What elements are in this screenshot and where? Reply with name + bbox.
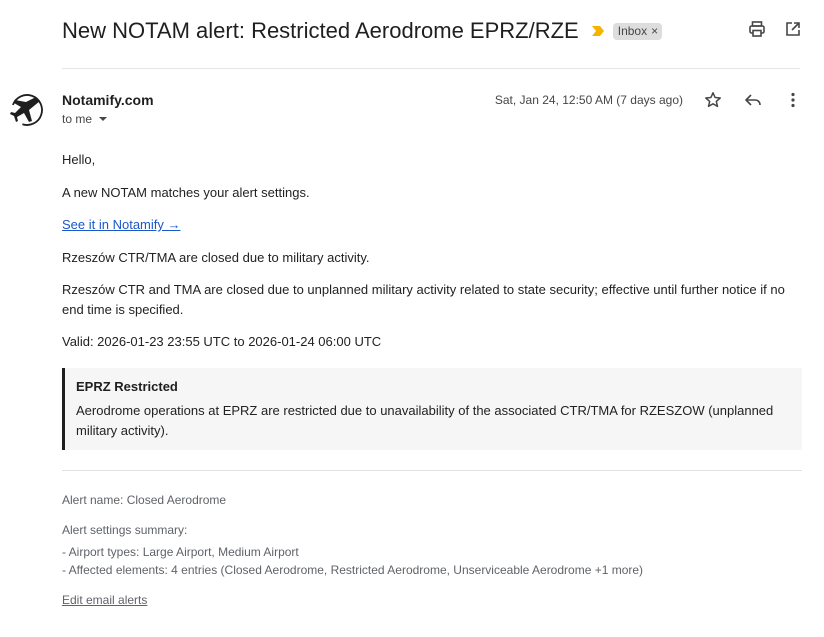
settings-list: - Airport types: Large Airport, Medium A… [62,543,643,579]
callout-title: EPRZ Restricted [76,379,178,394]
star-icon[interactable] [704,91,722,109]
importance-marker-icon[interactable] [591,25,605,37]
email-date: Sat, Jan 24, 12:50 AM (7 days ago) [494,93,683,107]
notam-callout: EPRZ Restricted Aerodrome operations at … [62,368,802,450]
email-subject: New NOTAM alert: Restricted Aerodrome EP… [62,18,579,43]
reply-icon[interactable] [744,91,762,109]
print-icon[interactable] [748,20,766,38]
top-actions [748,20,802,38]
more-vertical-icon[interactable] [784,91,802,109]
notam-summary: Rzeszów CTR/TMA are closed due to milita… [62,250,370,265]
callout-text: Aerodrome operations at EPRZ are restric… [76,403,774,438]
body-divider [62,470,802,471]
see-in-notamify-link[interactable]: See it in Notamify → [62,217,181,232]
remove-label-button[interactable]: × [651,24,658,38]
intro-text: A new NOTAM matches your alert settings. [62,185,310,200]
open-in-new-window-icon[interactable] [784,20,802,38]
caret-down-icon[interactable] [98,112,108,126]
subject-row: New NOTAM alert: Restricted Aerodrome EP… [62,16,806,46]
settings-heading: Alert settings summary: [62,523,188,537]
recipient-text: to me [62,112,93,126]
notam-detail: Rzeszów CTR and TMA are closed due to un… [62,282,785,317]
airplane-logo-icon[interactable] [8,91,46,129]
greeting: Hello, [62,152,96,167]
edit-email-alerts-link[interactable]: Edit email alerts [62,591,147,609]
message-actions [704,91,802,109]
settings-item: - Airport types: Large Airport, Medium A… [62,545,299,559]
sender-name[interactable]: Notamify.com [62,92,154,108]
validity-period: Valid: 2026-01-23 23:55 UTC to 2026-01-2… [62,334,382,349]
inbox-label-text: Inbox [617,23,648,38]
recipient-details[interactable]: to me [62,112,108,126]
alert-name: Alert name: Closed Aerodrome [62,493,227,507]
settings-item: - Affected elements: 4 entries (Closed A… [62,563,644,577]
header-divider [62,68,800,69]
inbox-label-chip[interactable]: Inbox × [612,22,663,40]
